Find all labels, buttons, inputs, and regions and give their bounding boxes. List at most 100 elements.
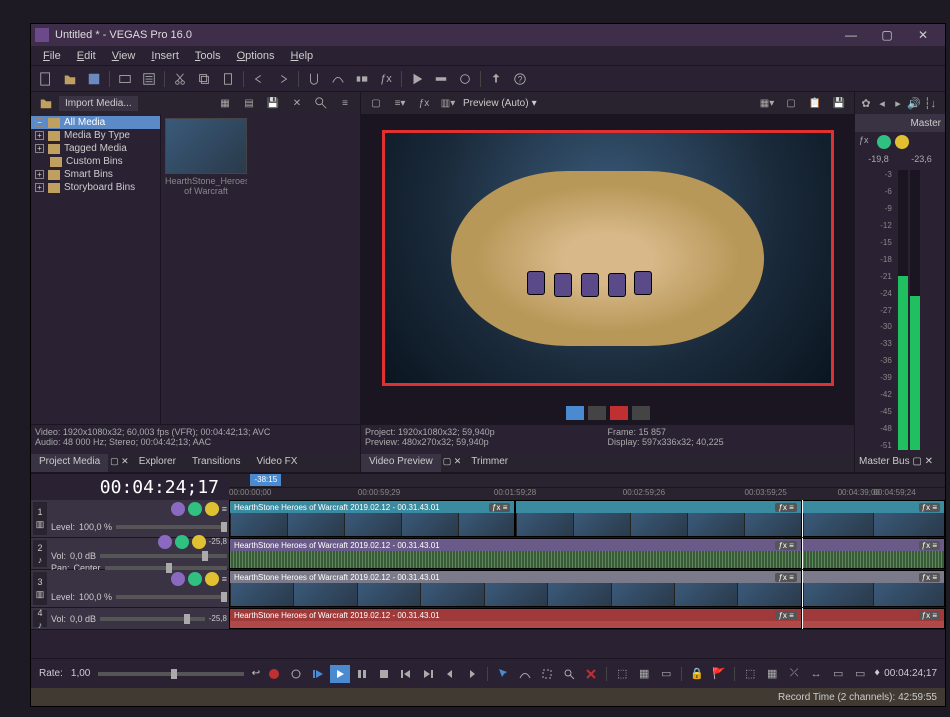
tool2-icon[interactable] xyxy=(454,68,476,90)
ripple-icon[interactable] xyxy=(351,68,373,90)
timeline-ruler[interactable]: -38:15 00:00:00;00 00:00:59;29 00:01:59;… xyxy=(229,474,945,500)
tool-select-icon[interactable] xyxy=(537,665,557,683)
timeline-marker[interactable]: -38:15 xyxy=(250,474,281,486)
clip-video-3a[interactable]: HearthStone Heroes of Warcraft 2019.02.1… xyxy=(229,570,802,607)
lock-icon[interactable]: 🔒 xyxy=(687,665,707,683)
maximize-button[interactable]: ▢ xyxy=(869,24,905,46)
tree-all-media[interactable]: −All Media xyxy=(31,116,160,129)
media-search-icon[interactable] xyxy=(310,92,332,114)
tree-tagged-media[interactable]: +Tagged Media xyxy=(31,142,160,155)
import-media-button[interactable]: Import Media... xyxy=(59,96,138,111)
track-1-solo-icon[interactable] xyxy=(205,502,219,516)
tool-normal-icon[interactable] xyxy=(493,665,513,683)
new-project-icon[interactable] xyxy=(35,68,57,90)
render-icon[interactable] xyxy=(114,68,136,90)
preview-fx-icon[interactable]: ƒx xyxy=(413,92,435,114)
autocross-icon[interactable]: ⤫ xyxy=(784,665,804,683)
preview-split-icon[interactable]: ▥▾ xyxy=(437,92,459,114)
next-frame-icon[interactable] xyxy=(462,665,482,683)
tab-explorer[interactable]: Explorer xyxy=(131,454,184,472)
master-solo-icon[interactable] xyxy=(895,135,909,149)
track-2-bypass-icon[interactable] xyxy=(158,535,172,549)
rate-slider[interactable] xyxy=(98,672,243,676)
marker-flag-icon[interactable]: 🚩 xyxy=(709,665,729,683)
preview-ctrl-2[interactable] xyxy=(588,406,606,420)
upload-icon[interactable] xyxy=(485,68,507,90)
timeline-opt2-icon[interactable]: ▦ xyxy=(634,665,654,683)
preview-ctrl-1[interactable] xyxy=(566,406,584,420)
master-dim-icon[interactable]: ┆↓ xyxy=(923,96,937,110)
redo-icon[interactable] xyxy=(272,68,294,90)
cut-icon[interactable] xyxy=(169,68,191,90)
rate-reset-icon[interactable]: ↩ xyxy=(252,668,260,679)
opt-b-icon[interactable]: ▭ xyxy=(850,665,870,683)
track-1-mute-icon[interactable] xyxy=(188,502,202,516)
preview-grid-icon[interactable]: ▦▾ xyxy=(756,92,778,114)
paste-icon[interactable] xyxy=(217,68,239,90)
track-1-header[interactable]: 1▥ ≡ Level:100,0 % xyxy=(31,500,229,537)
menu-tools[interactable]: Tools xyxy=(187,48,229,64)
pause-icon[interactable] xyxy=(352,665,372,683)
tool1-icon[interactable] xyxy=(430,68,452,90)
snap-icon[interactable] xyxy=(303,68,325,90)
tab-trimmer[interactable]: Trimmer xyxy=(463,454,516,472)
copy-icon[interactable] xyxy=(193,68,215,90)
go-end-icon[interactable] xyxy=(418,665,438,683)
media-x-icon[interactable]: ✕ xyxy=(286,92,308,114)
preview-props-icon[interactable]: ≡▾ xyxy=(389,92,411,114)
preview-ext-icon[interactable]: ▢ xyxy=(365,92,387,114)
timeline-opt3-icon[interactable]: ▭ xyxy=(656,665,676,683)
media-thumb-item[interactable]: HearthStone_Heroes of Warcraft 2019.02.1… xyxy=(165,118,247,196)
tab-project-media[interactable]: Project Media xyxy=(31,454,108,472)
clip-video-3b[interactable]: ƒx ≡ xyxy=(802,570,945,607)
opt-a-icon[interactable]: ▭ xyxy=(828,665,848,683)
preview-save-icon[interactable]: 💾 xyxy=(828,92,850,114)
master-gear-icon[interactable]: ✿ xyxy=(859,96,873,110)
track-3-more-icon[interactable]: ≡ xyxy=(222,574,227,584)
clip-video-1a[interactable]: HearthStone Heroes of Warcraft 2019.02.1… xyxy=(229,500,515,537)
track-1-more-icon[interactable]: ≡ xyxy=(222,504,227,514)
clip-audio-4a[interactable]: HearthStone Heroes of Warcraft 2019.02.1… xyxy=(229,608,802,629)
tab-video-preview[interactable]: Video Preview xyxy=(361,454,441,472)
master-fx-icon[interactable]: ƒx xyxy=(859,135,873,149)
preview-safe-icon[interactable]: ▢ xyxy=(780,92,802,114)
media-save-icon[interactable]: 💾 xyxy=(262,92,284,114)
snap-toggle-icon[interactable]: ⬚ xyxy=(740,665,760,683)
media-view2-icon[interactable]: ▤ xyxy=(238,92,260,114)
undo-icon[interactable] xyxy=(248,68,270,90)
tab-video-fx[interactable]: Video FX xyxy=(248,454,305,472)
media-more-icon[interactable]: ≡ xyxy=(334,92,356,114)
menu-insert[interactable]: Insert xyxy=(143,48,187,64)
tree-custom-bins[interactable]: Custom Bins xyxy=(31,155,160,168)
track-3-bypass-icon[interactable] xyxy=(171,572,185,586)
autoripple-icon[interactable]: ↔ xyxy=(806,665,826,683)
clip-audio-2a[interactable]: HearthStone Heroes of Warcraft 2019.02.1… xyxy=(229,538,802,569)
tab-master-bus[interactable]: Master Bus xyxy=(859,456,910,467)
quantize-icon[interactable]: ▦ xyxy=(762,665,782,683)
tool-zoom-icon[interactable] xyxy=(559,665,579,683)
close-button[interactable]: ✕ xyxy=(905,24,941,46)
media-view1-icon[interactable]: ▦ xyxy=(214,92,236,114)
menu-options[interactable]: Options xyxy=(229,48,283,64)
clip-audio-2b[interactable]: ƒx ≡ xyxy=(802,538,945,569)
prev-frame-icon[interactable] xyxy=(440,665,460,683)
play-icon[interactable] xyxy=(406,68,428,90)
tree-storyboard-bins[interactable]: +Storyboard Bins xyxy=(31,181,160,194)
tool-delete-icon[interactable] xyxy=(581,665,601,683)
track-2-solo-icon[interactable] xyxy=(192,535,206,549)
properties-icon[interactable] xyxy=(138,68,160,90)
menu-view[interactable]: View xyxy=(104,48,144,64)
help-icon[interactable]: ? xyxy=(509,68,531,90)
timeline-opt1-icon[interactable]: ⬚ xyxy=(612,665,632,683)
track-3-header[interactable]: 3▥ ≡ Level:100,0 % xyxy=(31,570,229,607)
save-icon[interactable] xyxy=(83,68,105,90)
loop-icon[interactable] xyxy=(286,665,306,683)
stop-icon[interactable] xyxy=(374,665,394,683)
play-start-icon[interactable] xyxy=(308,665,328,683)
preview-ctrl-4[interactable] xyxy=(632,406,650,420)
tree-smart-bins[interactable]: +Smart Bins xyxy=(31,168,160,181)
master-prev-icon[interactable]: ◂ xyxy=(875,96,889,110)
play-icon[interactable] xyxy=(330,665,350,683)
crossfade-icon[interactable] xyxy=(327,68,349,90)
preview-ctrl-3[interactable] xyxy=(610,406,628,420)
